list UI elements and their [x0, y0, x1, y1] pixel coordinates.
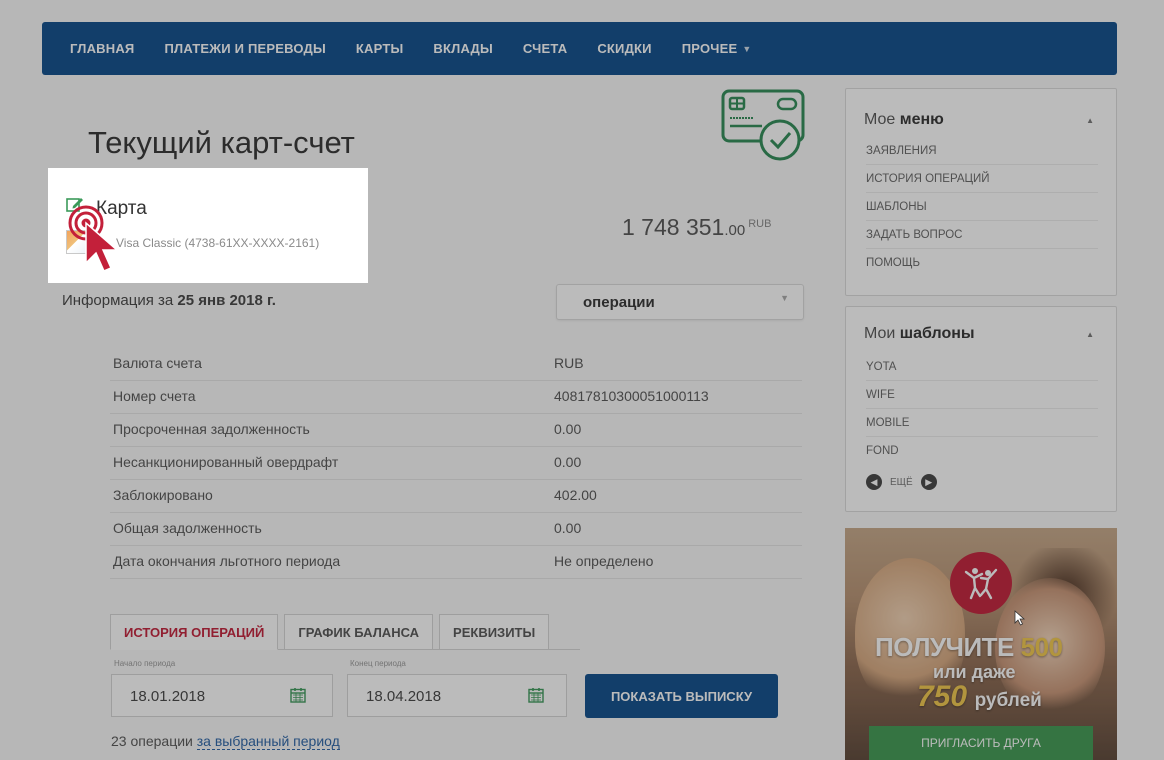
- detail-row: Дата окончания льготного периода Не опред…: [110, 546, 802, 579]
- menu-item-history[interactable]: ИСТОРИЯ ОПЕРАЦИЙ: [866, 165, 1098, 193]
- promo-banner[interactable]: ПОЛУЧИТЕ 500 или даже 750 рублей ПРИГЛАС…: [845, 528, 1117, 760]
- detail-key: Заблокировано: [113, 487, 213, 503]
- operations-select[interactable]: операции ▼: [556, 284, 804, 320]
- my-menu-title-bold: меню: [899, 111, 944, 128]
- nav-item-more-label: ПРОЧЕЕ: [681, 41, 738, 56]
- detail-value: 0.00: [554, 520, 582, 536]
- tab-balance-chart[interactable]: ГРАФИК БАЛАНСА: [284, 614, 434, 650]
- operations-count: 23 операции за выбранный период: [111, 733, 340, 750]
- account-tabs: ИСТОРИЯ ОПЕРАЦИЙ ГРАФИК БАЛАНСА РЕКВИЗИТ…: [110, 614, 555, 650]
- menu-item-ask-question[interactable]: ЗАДАТЬ ВОПРОС: [866, 221, 1098, 249]
- tab-requisites[interactable]: РЕКВИЗИТЫ: [439, 614, 550, 650]
- calendar-icon[interactable]: [528, 687, 544, 703]
- page-stage: ГЛАВНАЯ ПЛАТЕЖИ И ПЕРЕВОДЫ КАРТЫ ВКЛАДЫ …: [0, 0, 1164, 760]
- tab-history[interactable]: ИСТОРИЯ ОПЕРАЦИЙ: [110, 614, 279, 650]
- main-navigation: ГЛАВНАЯ ПЛАТЕЖИ И ПЕРЕВОДЫ КАРТЫ ВКЛАДЫ …: [42, 22, 1117, 75]
- card-number: Visa Classic (4738-61XX-XXXX-2161): [116, 236, 320, 250]
- detail-value: Не определено: [554, 553, 654, 569]
- template-item-fond[interactable]: FOND: [866, 437, 1098, 465]
- jumping-people-icon: [964, 568, 998, 600]
- nav-item-deposits[interactable]: ВКЛАДЫ: [433, 41, 493, 56]
- template-item-wife[interactable]: WIFE: [866, 381, 1098, 409]
- promo-people-icon: [950, 552, 1012, 614]
- balance-decimal: .00: [724, 222, 746, 239]
- nav-item-payments[interactable]: ПЛАТЕЖИ И ПЕРЕВОДЫ: [164, 41, 325, 56]
- detail-key: Номер счета: [113, 388, 196, 404]
- my-menu-panel: Мое меню ▲ ЗАЯВЛЕНИЯ ИСТОРИЯ ОПЕРАЦИЙ ША…: [845, 88, 1117, 296]
- template-item-mobile[interactable]: MOBILE: [866, 409, 1098, 437]
- end-date-field[interactable]: 18.04.2018: [347, 674, 567, 717]
- nav-item-cards[interactable]: КАРТЫ: [356, 41, 404, 56]
- promo-line3-unit: рублей: [974, 690, 1042, 711]
- my-templates-title-light: Мои: [864, 325, 896, 342]
- balance-integer: 1 748 351: [622, 214, 725, 240]
- start-date-label: Начало периода: [114, 659, 176, 668]
- promo-line3-number: 750: [917, 680, 968, 713]
- templates-more[interactable]: ЕЩЁ: [890, 477, 913, 488]
- collapse-icon[interactable]: ▲: [1086, 330, 1094, 339]
- chevron-down-icon: ▼: [780, 293, 789, 303]
- menu-item-templates[interactable]: ШАБЛОНЫ: [866, 193, 1098, 221]
- promo-line1-number: 500: [1020, 632, 1063, 662]
- promo-headline: ПОЛУЧИТЕ 500: [875, 632, 1063, 663]
- show-statement-button[interactable]: ПОКАЗАТЬ ВЫПИСКУ: [585, 674, 778, 718]
- touch-pointer-icon: [68, 205, 120, 272]
- detail-value: 0.00: [554, 454, 582, 470]
- my-menu-title: Мое меню: [864, 111, 944, 129]
- page-title: Текущий карт-счет: [88, 125, 355, 160]
- detail-key: Общая задолженность: [113, 520, 262, 536]
- menu-item-applications[interactable]: ЗАЯВЛЕНИЯ: [866, 137, 1098, 165]
- collapse-icon[interactable]: ▲: [1086, 116, 1094, 125]
- my-menu-title-light: Мое: [864, 111, 896, 128]
- nav-item-home[interactable]: ГЛАВНАЯ: [70, 41, 134, 56]
- account-details: Валюта счета RUB Номер счета 4081781030005…: [110, 348, 802, 579]
- start-date-field[interactable]: 18.01.2018: [111, 674, 333, 717]
- account-balance: 1 748 351.00 RUB: [622, 214, 771, 241]
- start-date-value: 18.01.2018: [130, 688, 206, 705]
- detail-key: Просроченная задолженность: [113, 421, 310, 437]
- chevron-down-icon: ▼: [742, 44, 752, 54]
- info-date-line: Информация за 25 янв 2018 г.: [62, 292, 276, 309]
- promo-line3: 750 рублей: [917, 680, 1042, 714]
- operations-select-value: операции: [583, 294, 655, 311]
- promo-line1: ПОЛУЧИТЕ: [875, 632, 1014, 662]
- nav-item-discounts[interactable]: СКИДКИ: [597, 41, 651, 56]
- detail-key: Валюта счета: [113, 355, 202, 371]
- detail-value: RUB: [554, 355, 584, 371]
- detail-row: Номер счета 40817810300051000113: [110, 381, 802, 414]
- detail-value: 402.00: [554, 487, 597, 503]
- menu-item-help[interactable]: ПОМОЩЬ: [866, 249, 1098, 277]
- detail-value: 40817810300051000113: [554, 388, 709, 404]
- detail-key: Несанкционированный овердрафт: [113, 454, 339, 470]
- nav-item-accounts[interactable]: СЧЕТА: [523, 41, 567, 56]
- detail-row: Общая задолженность 0.00: [110, 513, 802, 546]
- end-date-label: Конец периода: [350, 659, 406, 668]
- detail-row: Заблокировано 402.00: [110, 480, 802, 513]
- chevron-right-icon[interactable]: ▶: [920, 474, 937, 490]
- card-check-icon: [721, 89, 805, 161]
- calendar-icon[interactable]: [290, 687, 306, 703]
- operations-count-prefix: 23 операции: [111, 733, 193, 749]
- detail-key: Дата окончания льготного периода: [113, 553, 341, 569]
- mouse-cursor-icon: [1014, 610, 1026, 626]
- balance-currency: RUB: [748, 218, 772, 230]
- detail-row: Несанкционированный овердрафт 0.00: [110, 447, 802, 480]
- nav-item-more[interactable]: ПРОЧЕЕ ▼: [682, 41, 752, 56]
- template-item-yota[interactable]: YOTA: [866, 353, 1098, 381]
- detail-row: Просроченная задолженность 0.00: [110, 414, 802, 447]
- my-templates-title-bold: шаблоны: [899, 325, 975, 342]
- detail-row: Валюта счета RUB: [110, 348, 802, 381]
- detail-value: 0.00: [554, 421, 582, 437]
- end-date-value: 18.04.2018: [366, 688, 442, 705]
- info-prefix: Информация за: [62, 292, 174, 309]
- my-templates-title: Мои шаблоны: [864, 325, 975, 343]
- selected-period-link[interactable]: за выбранный период: [196, 733, 340, 750]
- chevron-left-icon[interactable]: ◀: [866, 474, 882, 490]
- info-date: 25 янв 2018 г.: [177, 292, 276, 309]
- templates-pager: ◀ ЕЩЁ ▶: [866, 474, 937, 490]
- invite-friend-button[interactable]: ПРИГЛАСИТЬ ДРУГА: [869, 726, 1093, 760]
